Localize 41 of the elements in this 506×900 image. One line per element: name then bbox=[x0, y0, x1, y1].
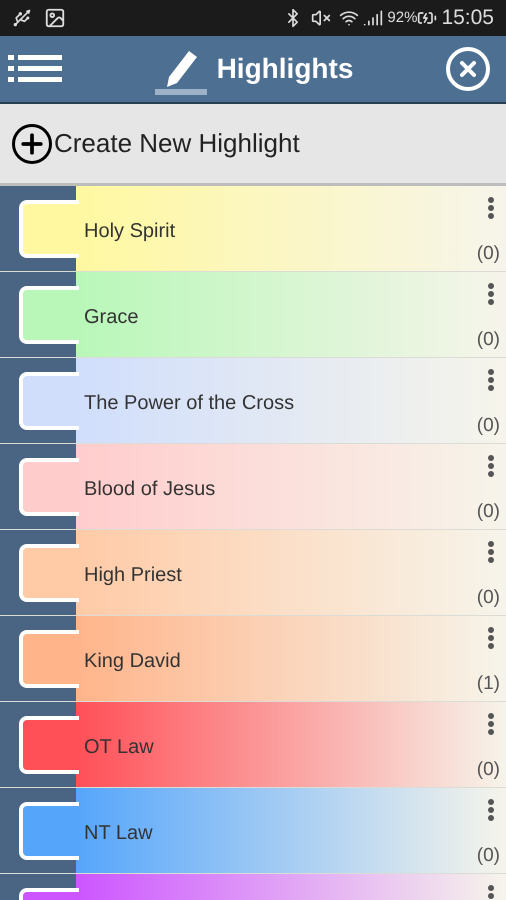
color-swatch bbox=[19, 716, 79, 774]
close-button[interactable] bbox=[446, 47, 490, 91]
battery-percent: 92% bbox=[387, 8, 418, 28]
color-swatch bbox=[19, 286, 79, 344]
more-icon[interactable] bbox=[487, 798, 495, 822]
color-swatch bbox=[19, 200, 79, 258]
color-swatch bbox=[19, 458, 79, 516]
highlight-count: (0) bbox=[476, 586, 500, 610]
more-icon[interactable] bbox=[487, 368, 495, 392]
image-icon bbox=[44, 7, 66, 29]
mute-icon bbox=[311, 8, 332, 28]
highlight-name: Holy Spirit bbox=[84, 219, 176, 244]
more-icon[interactable] bbox=[487, 282, 495, 306]
highlight-count: (0) bbox=[476, 500, 500, 524]
more-icon[interactable] bbox=[487, 540, 495, 564]
highlight-name: NT Law bbox=[84, 821, 153, 846]
highlight-count: (0) bbox=[476, 242, 500, 266]
create-highlight-button[interactable]: Create New Highlight bbox=[0, 104, 506, 186]
highlight-count: (0) bbox=[476, 328, 500, 352]
more-icon[interactable] bbox=[487, 454, 495, 478]
color-swatch bbox=[19, 802, 79, 860]
highlight-count: (1) bbox=[476, 672, 500, 696]
highlight-name: King David bbox=[84, 649, 181, 674]
highlight-name: Grace bbox=[84, 305, 138, 330]
color-swatch bbox=[19, 372, 79, 430]
highlight-count: (0) bbox=[476, 758, 500, 782]
more-icon[interactable] bbox=[487, 626, 495, 650]
highlight-name: High Priest bbox=[84, 563, 182, 588]
highlight-name: The Power of the Cross bbox=[84, 391, 294, 416]
clock: 15:05 bbox=[441, 5, 494, 32]
highlight-count: (0) bbox=[476, 414, 500, 438]
signal-icon bbox=[363, 8, 384, 28]
toolbar-title: Highlights bbox=[216, 52, 354, 86]
more-icon[interactable] bbox=[487, 712, 495, 736]
highlight-name: Blood of Jesus bbox=[84, 477, 216, 502]
color-swatch bbox=[19, 544, 79, 602]
usb-icon bbox=[12, 8, 32, 28]
color-swatch bbox=[19, 630, 79, 688]
highlight-count: (0) bbox=[476, 844, 500, 868]
more-icon[interactable] bbox=[487, 196, 495, 220]
highlight-name: OT Law bbox=[84, 735, 154, 760]
